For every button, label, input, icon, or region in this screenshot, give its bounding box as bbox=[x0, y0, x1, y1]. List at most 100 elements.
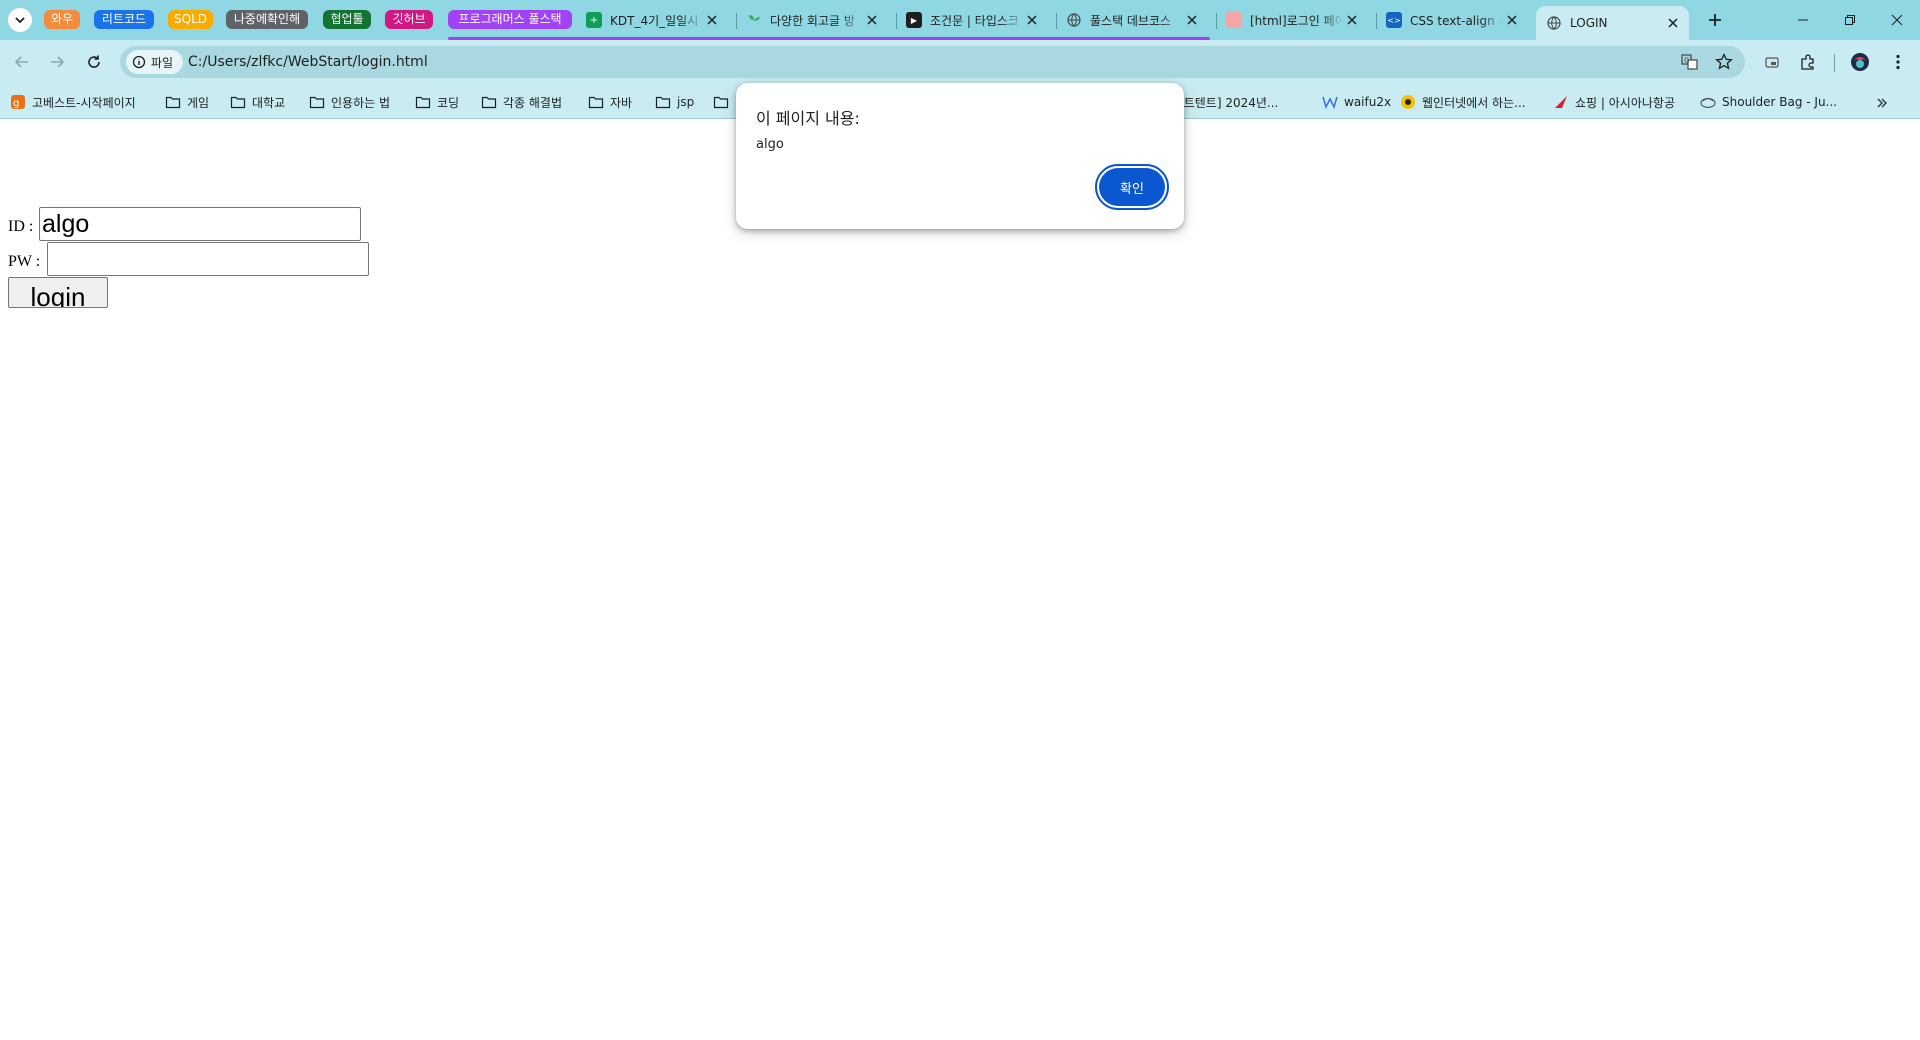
tab-active[interactable]: LOGIN bbox=[1536, 6, 1689, 40]
url-text[interactable]: C:/Users/zlfkc/WebStart/login.html bbox=[188, 54, 428, 70]
id-row: ID : bbox=[8, 218, 33, 236]
svg-text:G: G bbox=[1684, 57, 1689, 65]
bookmark-item[interactable]: [부트텐트] 2024년... bbox=[1168, 92, 1278, 112]
cast-button[interactable] bbox=[1761, 51, 1783, 73]
id-input[interactable] bbox=[39, 207, 361, 241]
tab-title: LOGIN bbox=[1570, 16, 1608, 30]
id-label: ID : bbox=[8, 218, 34, 235]
kebab-menu-icon bbox=[1896, 54, 1900, 70]
back-button[interactable] bbox=[8, 48, 36, 76]
login-button[interactable]: login bbox=[8, 277, 108, 308]
code-icon: <> bbox=[1386, 12, 1402, 28]
tistory-icon: ▶ bbox=[906, 12, 922, 28]
tab[interactable]: 다양한 회고글 방 bbox=[736, 6, 888, 34]
minimize-button[interactable] bbox=[1780, 0, 1826, 40]
bookmark-item[interactable]: 자바 bbox=[588, 92, 632, 112]
bookmark-label: 웹인터넷에서 하는... bbox=[1422, 95, 1526, 110]
new-tab-button[interactable] bbox=[1703, 8, 1727, 32]
bookmark-item[interactable]: 인용하는 법 bbox=[309, 92, 390, 112]
bookmark-item[interactable]: 대학교 bbox=[230, 92, 285, 112]
tab-title: KDT_4기_일일시 bbox=[610, 13, 699, 28]
bookmark-label: 쇼핑 | 아시아나항공 bbox=[1575, 95, 1675, 110]
tab[interactable]: [html]로그인 페이 bbox=[1216, 6, 1368, 34]
avatar-icon bbox=[1851, 53, 1869, 71]
bookmark-item[interactable] bbox=[713, 92, 735, 112]
file-chip-label: 파일 bbox=[151, 55, 174, 70]
tab-close-icon[interactable] bbox=[1504, 12, 1520, 28]
tab-group-chip[interactable]: 나중에확인해 bbox=[226, 10, 308, 29]
menu-button[interactable] bbox=[1887, 51, 1909, 73]
tab-title: CSS text-align 속 bbox=[1410, 13, 1505, 28]
bookmark-label: jsp bbox=[677, 95, 695, 109]
tab-close-icon[interactable] bbox=[864, 12, 880, 28]
folder-icon bbox=[713, 94, 729, 110]
tab-group-chip[interactable]: 프로그래머스 풀스택 bbox=[448, 10, 572, 29]
bookmark-item[interactable]: 쇼핑 | 아시아나항공 bbox=[1553, 92, 1675, 112]
bookmark-item[interactable]: jsp bbox=[655, 92, 694, 112]
restore-button[interactable] bbox=[1827, 0, 1873, 40]
bookmark-item[interactable]: g 고베스트-시작페이지 bbox=[10, 92, 136, 112]
alert-dialog: 이 페이지 내용: algo 확인 bbox=[736, 83, 1184, 229]
bookmark-label: Shoulder Bag - Ju... bbox=[1722, 95, 1838, 109]
tab-title: 다양한 회고글 방 bbox=[770, 13, 855, 28]
tab-close-icon[interactable] bbox=[1024, 12, 1040, 28]
bookmark-item[interactable]: waifu2x bbox=[1322, 92, 1391, 112]
sheets-icon: + bbox=[586, 12, 602, 28]
tab-title: [html]로그인 페이 bbox=[1250, 13, 1345, 28]
pw-label: PW : bbox=[8, 253, 41, 270]
tab[interactable]: <> CSS text-align 속 bbox=[1376, 6, 1528, 34]
minimize-icon bbox=[1798, 19, 1808, 21]
tab[interactable]: 풀스택 데브코스 bbox=[1056, 6, 1208, 34]
pw-row: PW : bbox=[8, 253, 40, 271]
tab-group-chip[interactable]: 협업툴 bbox=[323, 10, 371, 29]
tab-group-chip[interactable]: 와우 bbox=[44, 10, 80, 29]
extensions-button[interactable] bbox=[1797, 51, 1819, 73]
bookmark-label: 대학교 bbox=[252, 95, 286, 110]
bookmark-label: waifu2x bbox=[1344, 95, 1392, 109]
close-window-button[interactable] bbox=[1874, 0, 1920, 40]
tab-close-icon[interactable] bbox=[1344, 12, 1360, 28]
bookmark-item[interactable]: 웹인터넷에서 하는... bbox=[1400, 92, 1526, 112]
puzzle-icon bbox=[1801, 54, 1814, 70]
browser-toolbar: 파일 C:/Users/zlfkc/WebStart/login.html G bbox=[0, 40, 1920, 85]
dialog-message: algo bbox=[756, 137, 784, 152]
tab-group-chip[interactable]: 리트코드 bbox=[94, 10, 154, 29]
forward-button[interactable] bbox=[43, 48, 71, 76]
site-info-chip[interactable]: 파일 bbox=[126, 50, 184, 74]
bookmark-star-button[interactable] bbox=[1714, 52, 1734, 72]
bookmarks-overflow-button[interactable] bbox=[1872, 93, 1892, 113]
arrow-left-icon bbox=[14, 56, 28, 68]
folder-icon bbox=[230, 94, 246, 110]
bookmark-item[interactable]: 코딩 bbox=[415, 92, 459, 112]
info-icon bbox=[132, 55, 146, 69]
tab-search-button[interactable] bbox=[8, 8, 32, 32]
folder-icon bbox=[588, 94, 604, 110]
chevron-double-right-icon bbox=[1877, 98, 1887, 108]
dialog-ok-button[interactable]: 확인 bbox=[1095, 164, 1169, 210]
sprout-icon bbox=[746, 12, 762, 28]
tab-close-icon[interactable] bbox=[704, 12, 720, 28]
profile-button[interactable] bbox=[1849, 51, 1871, 73]
star-icon bbox=[1715, 53, 1733, 70]
web-icon bbox=[1400, 94, 1416, 110]
cast-icon bbox=[1765, 57, 1779, 68]
globe-icon bbox=[1066, 12, 1082, 28]
tab-close-icon[interactable] bbox=[1665, 15, 1681, 31]
page-content: ID : PW : login 이 페이지 내용: algo 확인 bbox=[0, 83, 1920, 1040]
arrow-right-icon bbox=[51, 56, 65, 68]
bookmark-item[interactable]: 게임 bbox=[165, 92, 209, 112]
bookmark-label: 게임 bbox=[187, 95, 210, 110]
tab[interactable]: + KDT_4기_일일시 bbox=[576, 6, 728, 34]
bookmark-item[interactable]: 각종 해결법 bbox=[481, 92, 562, 112]
tab[interactable]: ▶ 조건문 | 타입스크 bbox=[896, 6, 1048, 34]
tab-close-icon[interactable] bbox=[1184, 12, 1200, 28]
tab-group-chip[interactable]: SQLD bbox=[168, 10, 213, 29]
pw-input[interactable] bbox=[47, 242, 369, 276]
address-bar[interactable]: 파일 C:/Users/zlfkc/WebStart/login.html G bbox=[120, 46, 1745, 78]
reload-button[interactable] bbox=[80, 48, 108, 76]
bookmark-label: 자바 bbox=[610, 95, 633, 110]
bookmark-item[interactable]: Shoulder Bag - Ju... bbox=[1700, 92, 1837, 112]
translate-button[interactable]: G bbox=[1680, 52, 1700, 72]
blog-icon bbox=[1226, 12, 1242, 28]
tab-group-chip[interactable]: 깃허브 bbox=[385, 10, 433, 29]
